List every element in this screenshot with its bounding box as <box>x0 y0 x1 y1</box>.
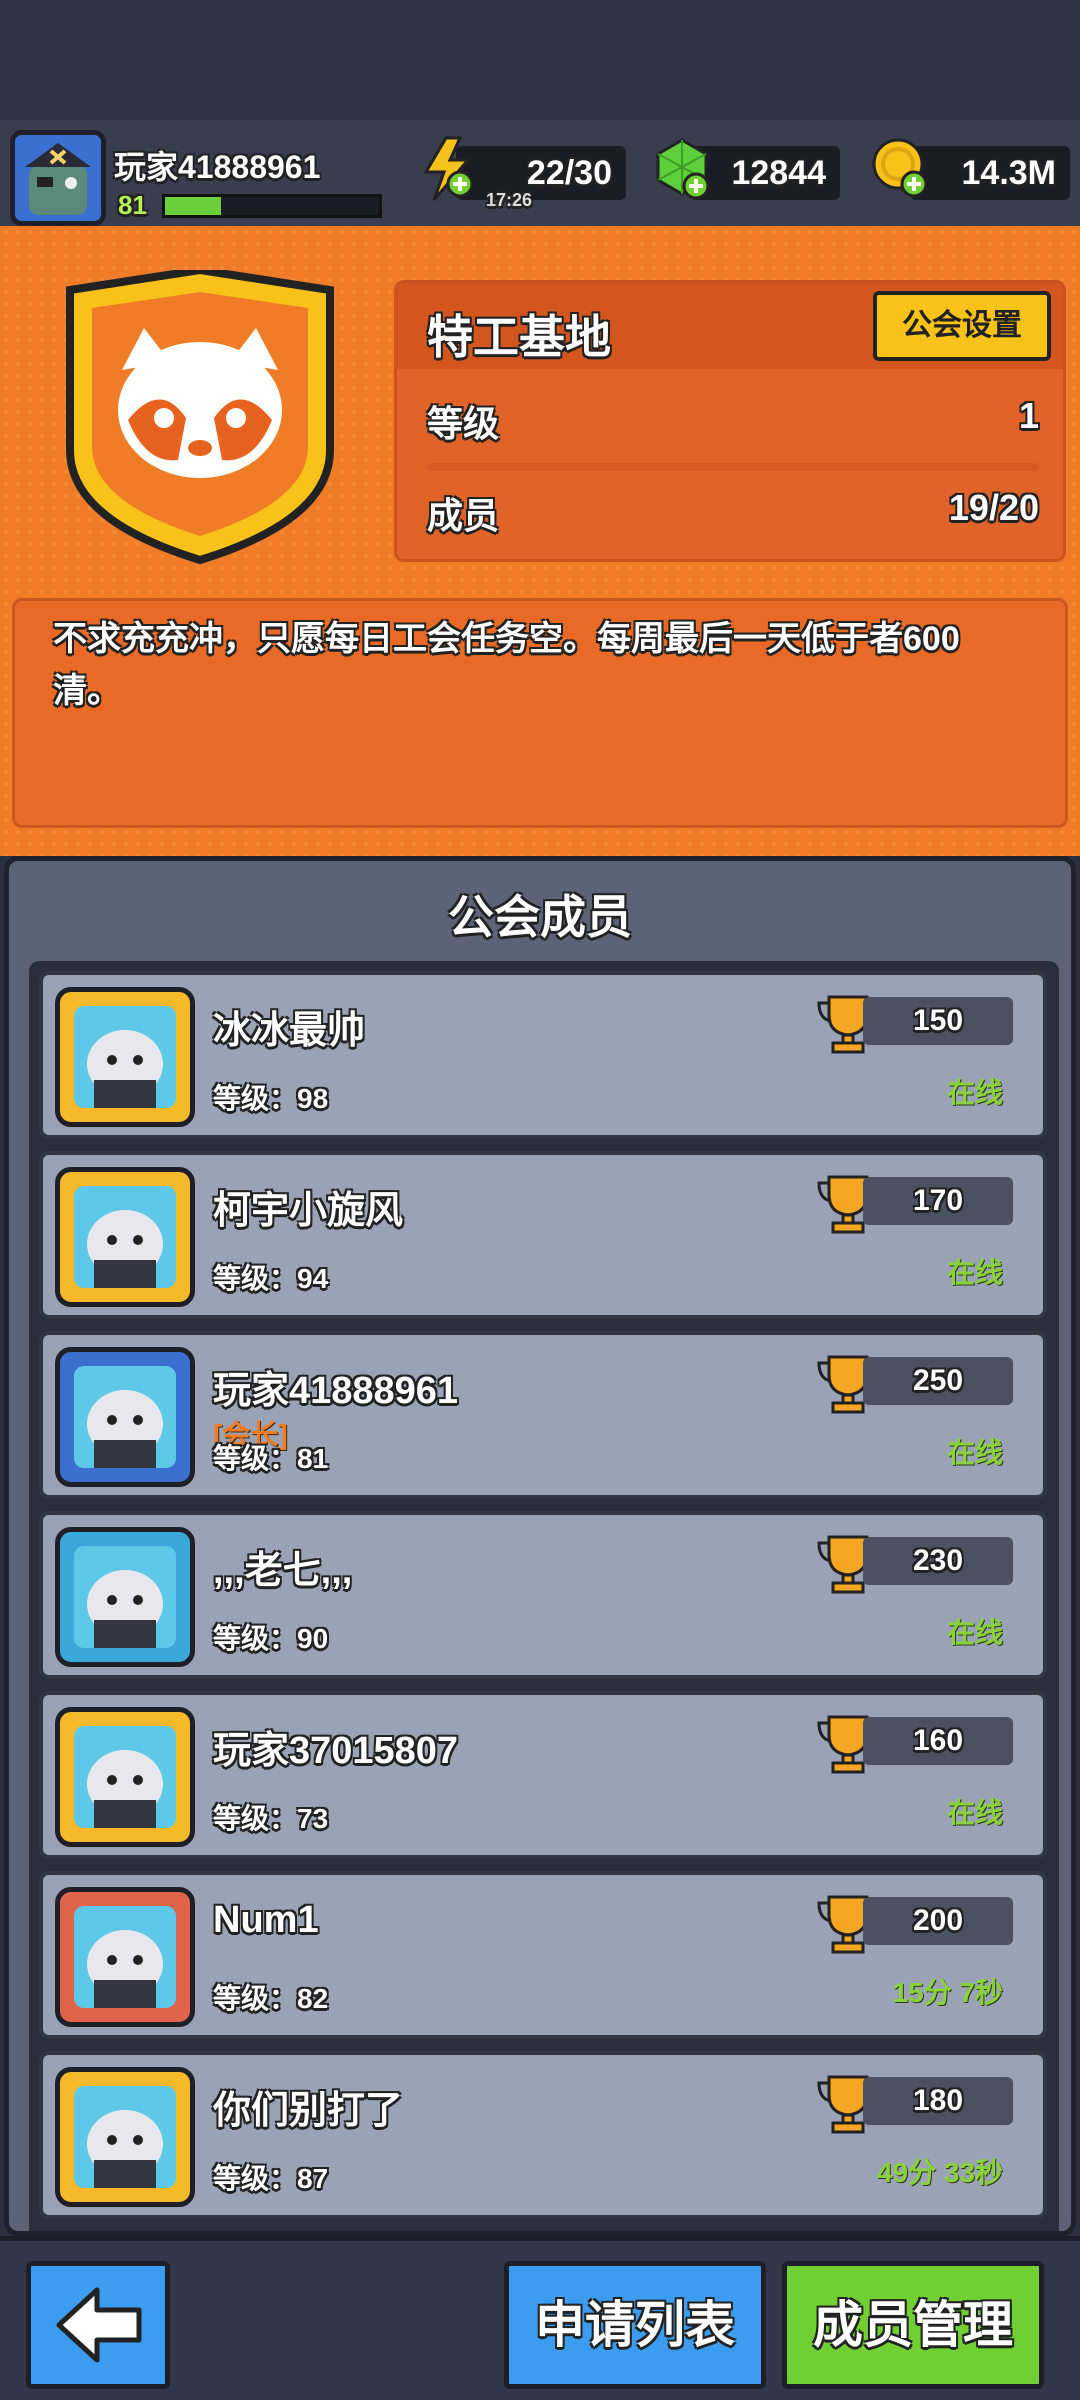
guild-members-label: 成员 <box>427 495 500 536</box>
member-name: 玩家41888961 <box>213 1370 459 1412</box>
member-level: 等级：94 <box>213 1263 329 1294</box>
member-status: 15分 7秒 <box>892 1977 1004 2008</box>
member-score: 150 <box>863 997 1013 1045</box>
member-status: 在线 <box>946 1797 1003 1828</box>
member-row[interactable]: Num1 等级：82 200 15分 7秒 <box>39 1871 1047 2039</box>
member-row[interactable]: 柯宇小旋风等级：94 170 在线 <box>39 1151 1047 1319</box>
member-avatar[interactable] <box>55 987 195 1127</box>
member-status: 在线 <box>946 1257 1003 1288</box>
member-status: 在线 <box>946 1437 1003 1468</box>
player-avatar[interactable] <box>10 130 106 226</box>
bottom-bar: 申请列表 成员管理 <box>0 2236 1080 2400</box>
member-level: 等级：87 <box>213 2163 329 2194</box>
member-status: 49分 33秒 <box>876 2157 1003 2188</box>
member-row[interactable]: ,,,老七,,, 等级：90 230 在线 <box>39 1511 1047 1679</box>
status-bar <box>0 0 1080 120</box>
member-avatar[interactable] <box>55 1347 195 1487</box>
member-name: 你们别打了 <box>213 2090 404 2132</box>
member-avatar[interactable] <box>55 1887 195 2027</box>
player-name: 玩家41888961 <box>114 149 321 185</box>
member-level: 等级：98 <box>213 1083 329 1114</box>
member-row[interactable]: 玩家37015807 等级：73 160 在线 <box>39 1691 1047 1859</box>
energy-timer: 17:26 <box>486 190 533 210</box>
member-status: 在线 <box>946 1617 1003 1648</box>
coin-counter[interactable]: 14.3M <box>910 146 1070 200</box>
members-panel-title: 公会成员 <box>448 891 632 943</box>
member-level: 等级：82 <box>213 1983 329 2014</box>
player-level: 81 <box>118 190 147 220</box>
guild-name: 特工基地 <box>427 311 611 363</box>
member-score: 170 <box>863 1177 1013 1225</box>
guild-title-row: 特工基地 公会设置 <box>397 283 1063 369</box>
member-name: 柯宇小旋风 <box>213 1190 404 1232</box>
member-manage-button[interactable]: 成员管理 <box>782 2261 1044 2389</box>
gem-value: 12844 <box>731 154 826 192</box>
back-arrow-icon <box>56 2287 142 2363</box>
member-avatar[interactable] <box>55 2067 195 2207</box>
member-row[interactable]: 冰冰最帅等级：98 150 在线 <box>39 971 1047 1139</box>
member-row[interactable]: 你们别打了等级：87 180 49分 33秒 <box>39 2051 1047 2219</box>
member-level: 等级：90 <box>213 1623 329 1654</box>
member-name: ,,,老七,,, <box>213 1550 353 1592</box>
energy-value: 22/30 <box>526 154 612 192</box>
guild-members-value: 19/20 <box>948 487 1039 528</box>
xp-bar <box>162 194 382 218</box>
member-name: Num1 <box>213 1899 319 1941</box>
guild-level-label: 等级 <box>427 403 500 444</box>
member-status: 在线 <box>946 1077 1003 1108</box>
gem-icon[interactable] <box>650 136 716 202</box>
members-panel: 公会成员 冰冰最帅 等级：98 150 在线 柯宇小旋风 等级：94 170 在线 玩家4188… <box>4 856 1076 2236</box>
member-avatar[interactable] <box>55 1707 195 1847</box>
member-name: 冰冰最帅 <box>213 1010 366 1052</box>
guild-level-value: 1 <box>1018 395 1039 436</box>
member-name: 玩家37015807 <box>213 1730 459 1772</box>
coin-value: 14.3M <box>961 154 1057 192</box>
guild-description: 不求充充冲，只愿每日工会任务空。每周最后一天低于者600清。 <box>12 598 1068 828</box>
member-score: 160 <box>863 1717 1013 1765</box>
top-bar: 玩家41888961 81 22/30 17:26 12844 14.3M <box>0 120 1080 230</box>
member-score: 200 <box>863 1897 1013 1945</box>
red-panda-icon <box>60 265 340 570</box>
back-button[interactable] <box>26 2261 170 2389</box>
coin-icon[interactable] <box>868 136 934 202</box>
guild-info-panel: 特工基地 公会设置 等级 1 成员 19/20 <box>394 280 1066 562</box>
member-avatar[interactable] <box>55 1527 195 1667</box>
members-list[interactable]: 冰冰最帅 等级：98 150 在线 柯宇小旋风 等级：94 170 在线 玩家41888961[… <box>29 961 1059 2231</box>
member-score: 180 <box>863 2077 1013 2125</box>
member-level: 等级：81 <box>213 1443 329 1474</box>
guild-members-row: 成员 19/20 <box>427 487 1039 539</box>
guild-level-row: 等级 1 <box>427 395 1039 447</box>
lightning-icon[interactable] <box>416 136 482 202</box>
member-avatar[interactable] <box>55 1167 195 1307</box>
guild-settings-button[interactable]: 公会设置 <box>873 291 1051 361</box>
member-score: 250 <box>863 1357 1013 1405</box>
apply-list-button[interactable]: 申请列表 <box>504 2261 766 2389</box>
member-row[interactable]: 玩家41888961 [会长] 等级：81 250 在线 <box>39 1331 1047 1499</box>
divider <box>427 463 1039 471</box>
member-level: 等级：73 <box>213 1803 329 1834</box>
member-score: 230 <box>863 1537 1013 1585</box>
